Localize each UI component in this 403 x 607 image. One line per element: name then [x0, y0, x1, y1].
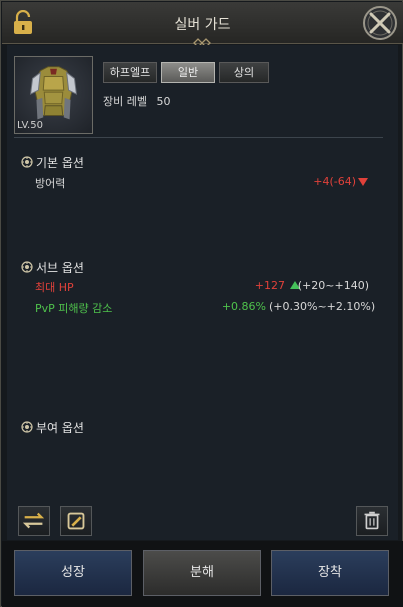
dismantle-button[interactable]: 분해 [143, 550, 261, 596]
down-arrow-icon [358, 178, 368, 186]
preset-icon [67, 512, 85, 530]
option-icon [21, 156, 33, 168]
option-icon [21, 421, 33, 433]
trash-icon [364, 511, 380, 530]
granted-options-title: 부여 옵션 [36, 421, 84, 435]
basic-options-title: 기본 옵션 [36, 156, 84, 170]
delete-button[interactable] [356, 506, 388, 536]
swap-icon [22, 512, 45, 529]
equip-button[interactable]: 장착 [271, 550, 389, 596]
max-hp-value: +127 [254, 279, 285, 292]
equip-level-value: 50 [156, 95, 171, 108]
defense-label: 방어력 [35, 177, 66, 190]
option-icon [21, 261, 33, 273]
preset-button[interactable] [60, 506, 92, 536]
item-level-badge: LV.50 [17, 120, 43, 131]
max-hp-range: (+20~+140) [297, 279, 369, 292]
item-detail-window: 실버 가드 LV.50 하프엘프 일반 상의 장비 레벨 50 기본 옵션 방어… [0, 0, 403, 607]
pvp-damage-reduction-range: (+0.30%~+2.10%) [269, 300, 376, 313]
pvp-damage-reduction-value: +0.86% [221, 300, 266, 313]
equip-level-label: 장비 레벨 [103, 95, 147, 108]
pvp-damage-reduction-label: PvP 피해량 감소 [35, 302, 113, 315]
tab-slot[interactable]: 상의 [219, 62, 269, 83]
max-hp-label: 최대 HP [35, 281, 74, 294]
sub-options-title: 서브 옵션 [36, 261, 84, 275]
grow-button[interactable]: 성장 [14, 550, 132, 596]
defense-value: +4(-64) [313, 175, 356, 188]
tab-race[interactable]: 하프엘프 [103, 62, 157, 83]
tab-grade[interactable]: 일반 [161, 62, 215, 83]
divider [14, 137, 383, 138]
equip-level: 장비 레벨 50 [103, 93, 170, 109]
swap-button[interactable] [18, 506, 50, 536]
window-title: 실버 가드 [174, 17, 231, 33]
close-icon[interactable] [361, 4, 399, 42]
